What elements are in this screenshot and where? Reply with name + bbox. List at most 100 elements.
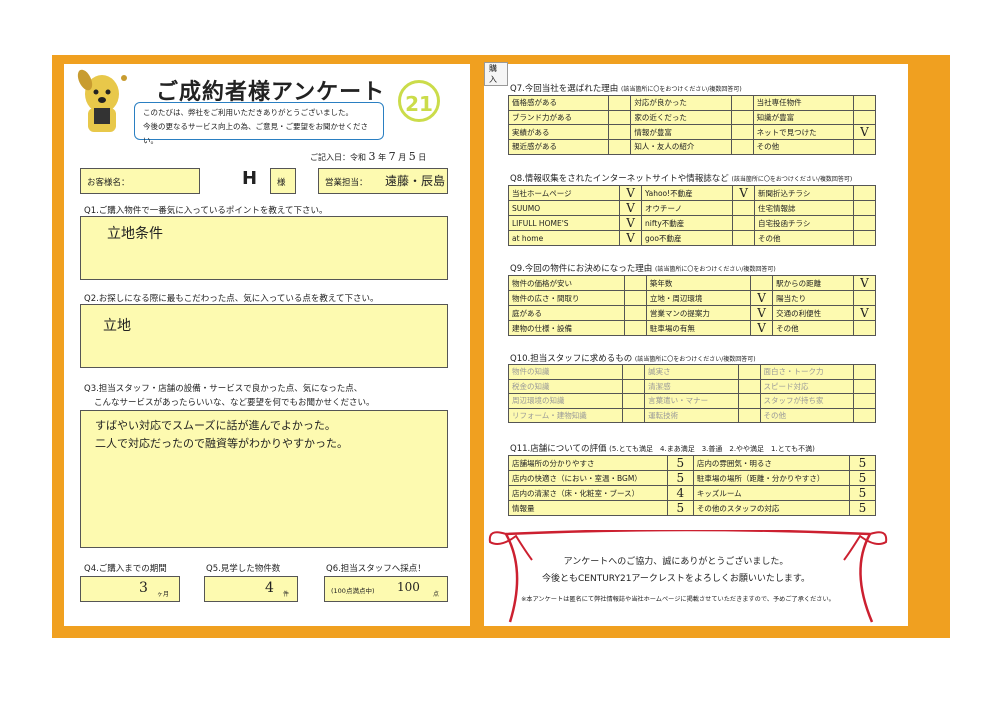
- q8-answer-cell[interactable]: [853, 200, 876, 216]
- q8-answer-cell[interactable]: [732, 200, 756, 216]
- q11-answer-cell[interactable]: 5: [849, 485, 876, 501]
- q5-answer-box[interactable]: 4 件: [204, 576, 298, 602]
- q7-table: 価格感がある 対応が良かった 当社専任物件 ブランド力がある 家の近くだった 知識が豊富実…: [507, 95, 876, 155]
- sales-staff-field[interactable]: 営業担当： 遠藤・辰島: [318, 168, 448, 194]
- q9-answer-cell[interactable]: [623, 275, 647, 291]
- q8-answer-cell[interactable]: [853, 185, 876, 201]
- q10-row: 物件の知識 誠実さ 面白さ・トーク力: [507, 364, 876, 380]
- q8-option-label: goo不動産: [641, 230, 734, 246]
- q4-question: Q4.ご購入までの期間: [84, 564, 167, 574]
- q10-answer-cell[interactable]: [853, 393, 876, 409]
- q11-option-label: 駐車場の場所（距離・分かりやすさ）: [692, 470, 851, 486]
- q11-question: Q11.店舗についての評価 (5.とても満足 4.まあ満足 3.普通 2.やや満…: [510, 442, 815, 454]
- q7-answer-cell[interactable]: [853, 139, 876, 155]
- q7-answer-cell[interactable]: [730, 109, 754, 125]
- q7-answer-cell[interactable]: [730, 124, 754, 140]
- q11-option-label: その他のスタッフの対応: [692, 500, 851, 516]
- q8-option-label: 自宅投函チラシ: [754, 215, 854, 231]
- date-year: 3: [368, 150, 376, 163]
- q9-table: 物件の価格が安い 築年数 駅からの距離 V 物件の広さ・間取り 立地・周辺環境 V 陽当たり庭…: [508, 275, 876, 336]
- q8-option-label: nifty不動産: [641, 215, 734, 231]
- q9-title: Q9.今回の物件にお決めになった理由: [510, 264, 653, 274]
- q10-answer-cell[interactable]: [737, 407, 761, 423]
- q7-answer-cell[interactable]: [730, 139, 754, 155]
- q7-answer-cell[interactable]: [608, 95, 632, 111]
- q10-answer-cell[interactable]: [622, 393, 646, 409]
- q9-answer-cell[interactable]: [623, 320, 647, 336]
- q11-answer-cell[interactable]: 5: [849, 455, 876, 471]
- q10-answer-cell[interactable]: [737, 378, 761, 394]
- q7-row: ブランド力がある 家の近くだった 知識が豊富: [507, 109, 876, 125]
- thanks-note: ※本アンケートは匿名にて弊社情報誌や当社ホームページに掲載させていただきますので…: [521, 596, 835, 603]
- q4-value: 3: [139, 580, 148, 596]
- q8-answer-cell[interactable]: [732, 215, 756, 231]
- q7-answer-cell[interactable]: [608, 139, 632, 155]
- q8-answer-cell[interactable]: V: [619, 230, 643, 246]
- q7-option-label: 実績がある: [507, 124, 610, 140]
- q9-answer-cell[interactable]: [623, 290, 647, 306]
- q2-answer-box[interactable]: 立地: [80, 304, 448, 368]
- date-label: ご記入日：令和: [310, 153, 366, 162]
- q8-answer-cell[interactable]: [853, 215, 876, 231]
- q11-answer-cell[interactable]: 5: [849, 500, 876, 516]
- q8-answer-cell[interactable]: V: [619, 200, 643, 216]
- q10-answer-cell[interactable]: [622, 407, 646, 423]
- q6-unit: 点: [433, 591, 440, 598]
- q4-answer-box[interactable]: 3 ヶ月: [80, 576, 180, 602]
- q10-answer-cell[interactable]: [853, 364, 876, 380]
- q9-answer-cell[interactable]: [750, 275, 774, 291]
- q9-row: 物件の価格が安い 築年数 駅からの距離 V: [508, 275, 876, 291]
- q10-answer-cell[interactable]: [622, 378, 646, 394]
- q10-option-label: スピード対応: [759, 378, 855, 394]
- q8-answer-cell[interactable]: [732, 230, 756, 246]
- q7-answer-cell[interactable]: [608, 124, 632, 140]
- q9-option-label: 陽当たり: [772, 290, 854, 306]
- q8-option-label: 住宅情報誌: [754, 200, 854, 216]
- q9-answer-cell[interactable]: V: [750, 320, 774, 336]
- q8-answer-cell[interactable]: V: [619, 215, 643, 231]
- q9-question: Q9.今回の物件にお決めになった理由 (該当箇所に〇をおつけください/複数回答可…: [510, 262, 776, 274]
- q7-answer-cell[interactable]: V: [853, 124, 876, 140]
- q7-option-label: 情報が豊富: [630, 124, 732, 140]
- q8-answer-cell[interactable]: V: [732, 185, 756, 201]
- q10-option-label: リフォーム・建物知識: [507, 407, 624, 423]
- q9-answer-cell[interactable]: [853, 320, 876, 336]
- q6-answer-box[interactable]: (100点満点中) 100 点: [324, 576, 448, 602]
- q10-answer-cell[interactable]: [737, 364, 761, 380]
- right-page: 購入 Q7.今回当社を選ばれた理由 (該当箇所に〇をおつけください/複数回答可)…: [484, 62, 908, 626]
- q8-row: LIFULL HOME'S Vnifty不動産 自宅投函チラシ: [507, 215, 876, 231]
- q7-option-label: ネットで見つけた: [752, 124, 855, 140]
- q11-answer-cell[interactable]: 5: [849, 470, 876, 486]
- q9-answer-cell[interactable]: V: [750, 305, 774, 321]
- q10-answer-cell[interactable]: [737, 393, 761, 409]
- q10-note: (該当箇所に〇をおつけください/複数回答可): [634, 356, 756, 363]
- q7-answer-cell[interactable]: [730, 95, 754, 111]
- customer-name-field[interactable]: お客様名：: [80, 168, 200, 194]
- q9-answer-cell[interactable]: V: [853, 275, 876, 291]
- q11-answer-cell[interactable]: 4: [666, 485, 694, 501]
- q3-answer-box[interactable]: すばやい対応でスムーズに話が進んでよかった。 二人で対応だったので融資等がわかり…: [80, 410, 448, 548]
- q9-option-label: 交通の利便性: [772, 305, 854, 321]
- q8-option-label: SUUMO: [507, 200, 621, 216]
- q10-answer-cell[interactable]: [853, 378, 876, 394]
- q7-answer-cell[interactable]: [853, 109, 876, 125]
- q7-answer-cell[interactable]: [608, 109, 632, 125]
- q9-answer-cell[interactable]: [623, 305, 647, 321]
- q8-option-label: Yahoo!不動産: [641, 185, 734, 201]
- q9-answer-cell[interactable]: V: [853, 305, 876, 321]
- q9-answer-cell[interactable]: [853, 290, 876, 306]
- dog-mascot-icon: [77, 69, 127, 132]
- q11-answer-cell[interactable]: 5: [666, 470, 694, 486]
- q8-answer-cell[interactable]: V: [619, 185, 643, 201]
- q10-option-label: 清潔感: [644, 378, 739, 394]
- q11-option-label: 店内の快適さ（におい・室温・BGM）: [508, 470, 668, 486]
- q9-answer-cell[interactable]: V: [750, 290, 774, 306]
- q7-answer-cell[interactable]: [853, 95, 876, 111]
- q1-answer-box[interactable]: 立地条件: [80, 216, 448, 280]
- q10-answer-cell[interactable]: [853, 407, 876, 423]
- q10-answer-cell[interactable]: [622, 364, 646, 380]
- q11-answer-cell[interactable]: 5: [666, 500, 694, 516]
- q8-answer-cell[interactable]: [853, 230, 876, 246]
- thanks-line-2: 今後ともCENTURY21アークレストをよろしくお願いいたします。: [542, 574, 810, 584]
- q11-answer-cell[interactable]: 5: [666, 455, 694, 471]
